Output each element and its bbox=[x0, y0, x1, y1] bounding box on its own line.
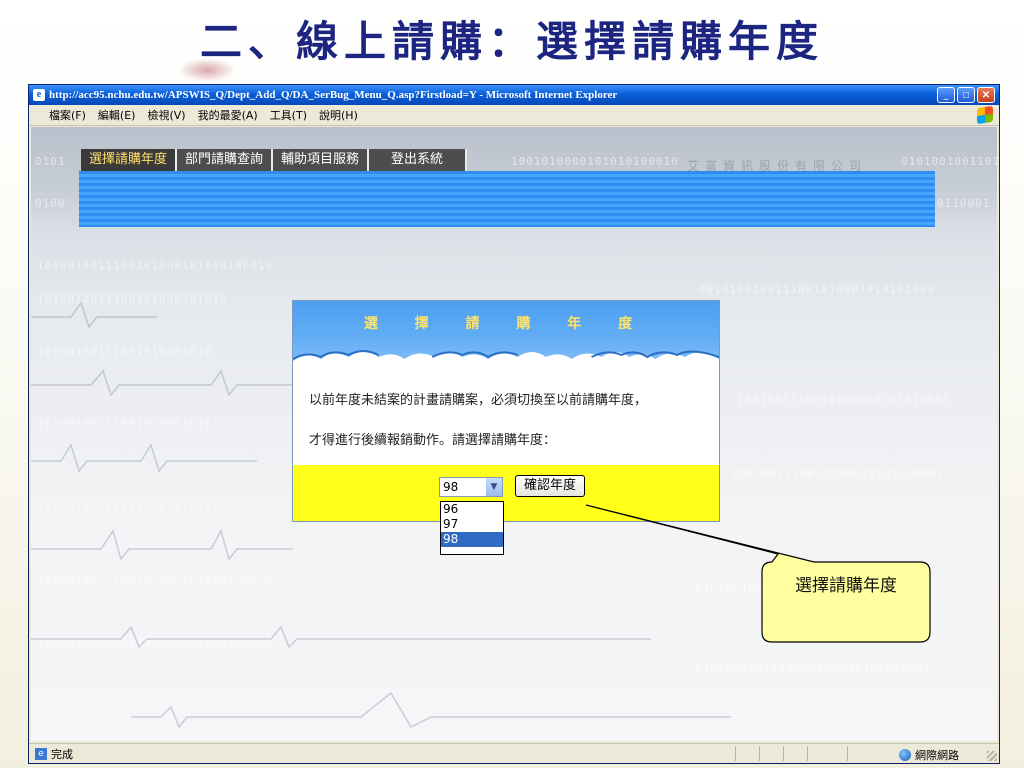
callout-label: 選擇請購年度 bbox=[795, 576, 897, 596]
callout-shape bbox=[585, 504, 931, 643]
